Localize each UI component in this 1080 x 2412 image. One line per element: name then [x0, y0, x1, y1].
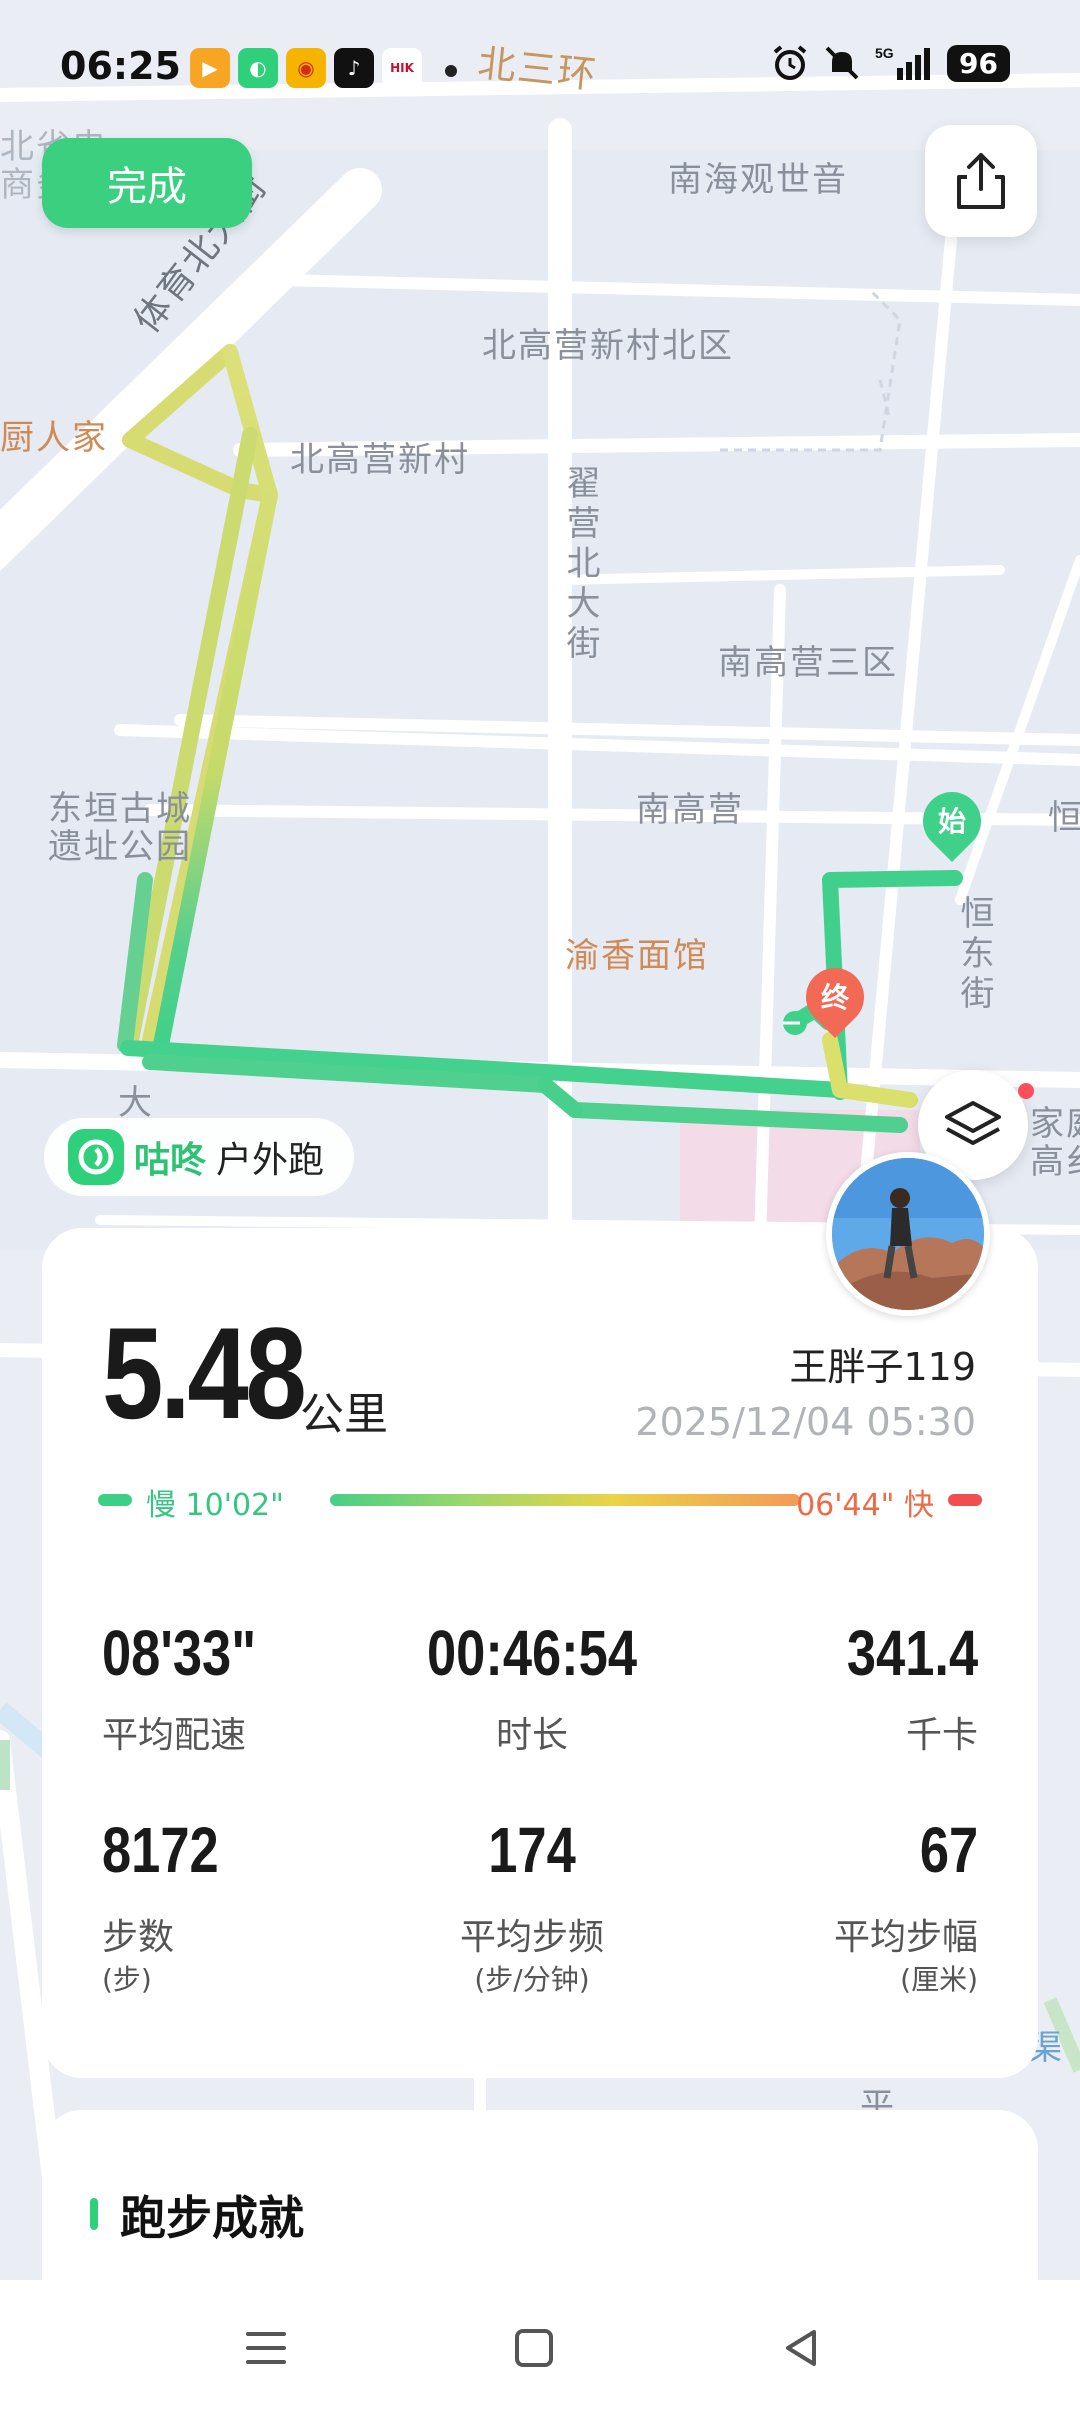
map-label-nangaoying3: 南高营三区	[718, 643, 898, 683]
map-label-da: 大	[118, 1083, 154, 1123]
map-label-jiating: 家庭 高纟	[1030, 1104, 1080, 1182]
map-label-yuxiang: 渝香面馆	[565, 936, 709, 976]
start-marker: 始	[910, 779, 994, 863]
stat-duration-value: 00:46:54	[426, 1617, 638, 1689]
pace-fast-label: 06'44" 快	[796, 1488, 934, 1523]
battery-indicator: 96	[947, 44, 1010, 82]
map-label-beigaoying: 北高营新村	[290, 440, 470, 480]
avatar[interactable]	[826, 1152, 990, 1316]
map-label-zhaiying: 翟营北大街	[560, 465, 600, 665]
notification-dot	[445, 65, 457, 77]
stat-cadence-label: 平均步频	[459, 1917, 604, 1958]
system-nav-bar	[0, 2280, 1080, 2412]
stat-steps-value: 8172	[102, 1814, 219, 1886]
share-icon	[957, 153, 1005, 209]
achievement-title: 跑步成就	[120, 2191, 304, 2245]
stat-cadence-unit: (步/分钟)	[474, 1963, 590, 1996]
layers-icon	[945, 1101, 1001, 1145]
map-label-heng: 恒	[1048, 798, 1080, 838]
stat-stride-value: 67	[919, 1814, 978, 1886]
done-button[interactable]: 完成	[42, 138, 252, 228]
map-label-nangaoying: 南高营	[636, 790, 744, 830]
stat-avg-pace-label: 平均配速	[102, 1715, 247, 1756]
stat-steps-unit: (步)	[102, 1963, 152, 1996]
status-bar: 06:25 ▶ ◐ ◉ ♪ HIK 5G 96	[0, 40, 1080, 100]
stat-calories-label: 千卡	[905, 1715, 978, 1756]
distance-value: 5.48	[102, 1300, 307, 1446]
achievement-accent-bar	[90, 2198, 98, 2230]
video-app-icon: ▶	[190, 48, 230, 88]
map-label-hengdong: 恒东街	[954, 895, 994, 1015]
gudong-app-icon: ◐	[238, 48, 278, 88]
username[interactable]: 王胖子119	[789, 1336, 976, 1391]
share-button[interactable]	[925, 125, 1037, 237]
gudong-logo-icon	[68, 1129, 124, 1185]
mute-icon	[825, 46, 859, 80]
distance-unit: 公里	[300, 1389, 388, 1440]
brand-badge: 咕咚 户外跑	[44, 1118, 355, 1196]
stat-calories-value: 341.4	[846, 1617, 978, 1689]
run-datetime: 2025/12/04 05:30	[635, 1400, 976, 1444]
hikvision-icon: HIK	[382, 48, 422, 88]
pace-legend: 慢 10'02" 06'44" 快	[98, 1480, 982, 1523]
stat-stride-unit: (厘米)	[900, 1963, 978, 1996]
layers-notification-dot	[1018, 1083, 1034, 1099]
end-marker: 终	[793, 955, 877, 1039]
brand-name: 咕咚	[134, 1140, 207, 1181]
home-icon[interactable]	[506, 2320, 562, 2376]
menu-icon[interactable]	[238, 2320, 294, 2376]
brand-subtitle: 户外跑	[216, 1140, 325, 1181]
stat-duration-label: 时长	[495, 1715, 568, 1756]
alarm-icon	[773, 45, 807, 80]
map-label-beigaoying-north: 北高营新村北区	[482, 326, 734, 366]
signal-icon: 5G	[875, 45, 931, 80]
stat-avg-pace-value: 08'33"	[102, 1617, 257, 1689]
status-time: 06:25	[60, 44, 181, 88]
weibo-icon: ◉	[286, 48, 326, 88]
run-summary-card: 5.48 公里 王胖子119 2025/12/04 05:30 慢 10'02"…	[42, 1228, 1038, 2078]
map-label-nanhai: 南海观世音	[668, 160, 848, 200]
back-icon[interactable]	[774, 2320, 830, 2376]
stat-steps-label: 步数	[102, 1917, 175, 1958]
stat-stride-label: 平均步幅	[833, 1917, 978, 1958]
pace-slow-label: 慢 10'02"	[146, 1488, 284, 1523]
map-label-chuyuan: 厨人家	[0, 418, 108, 458]
pace-fast-swatch	[948, 1494, 982, 1506]
pace-slow-swatch	[98, 1494, 132, 1506]
map-label-dongyuan: 东垣古城 遗址公园	[48, 789, 192, 867]
svg-text:5G: 5G	[875, 45, 894, 61]
stat-cadence-value: 174	[488, 1814, 576, 1886]
pace-gradient-bar	[330, 1494, 800, 1506]
tiktok-icon: ♪	[334, 48, 374, 88]
